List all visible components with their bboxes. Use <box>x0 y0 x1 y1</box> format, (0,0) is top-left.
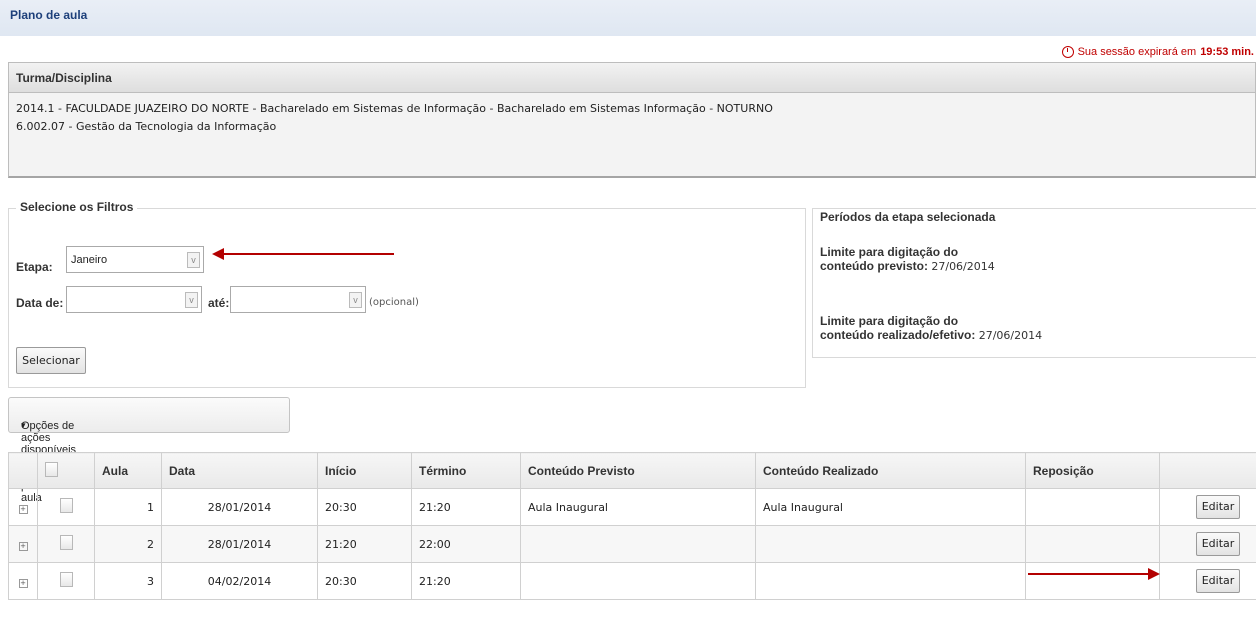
optional-note: (opcional) <box>369 297 419 308</box>
clock-icon <box>1061 46 1074 58</box>
session-time: 19:53 min. <box>1200 46 1254 58</box>
previsto-line-2: conteúdo previsto: <box>820 259 929 273</box>
header-actions <box>1159 452 1256 489</box>
cell-realizado <box>755 525 1026 563</box>
chevron-down-icon[interactable]: v <box>349 292 362 308</box>
header-inicio: Início <box>317 452 412 489</box>
annotation-arrow-right <box>1028 568 1160 580</box>
expand-icon[interactable]: + <box>18 541 28 551</box>
row-checkbox[interactable] <box>59 498 73 513</box>
edit-button[interactable]: Editar <box>1196 569 1240 593</box>
cell-aula: 2 <box>94 525 162 563</box>
header-data: Data <box>161 452 318 489</box>
cell-termino: 21:20 <box>411 488 521 526</box>
filters-legend: Selecione os Filtros <box>16 200 138 214</box>
header-conteudo-realizado: Conteúdo Realizado <box>755 452 1026 489</box>
expand-icon[interactable]: + <box>18 504 28 514</box>
cell-inicio: 20:30 <box>317 488 412 526</box>
page-title: Plano de aula <box>10 8 88 22</box>
row-checkbox[interactable] <box>59 535 73 550</box>
chevron-down-icon[interactable]: v <box>185 292 198 308</box>
cell-realizado: Aula Inaugural <box>755 488 1026 526</box>
turma-line-2: 6.002.07 - Gestão da Tecnologia da Infor… <box>16 120 277 133</box>
selecionar-button[interactable]: Selecionar <box>16 347 86 374</box>
arrow-head-icon <box>212 248 224 260</box>
cell-data: 04/02/2014 <box>161 562 318 600</box>
select-all-checkbox[interactable] <box>45 461 58 477</box>
header-reposicao: Reposição <box>1025 452 1160 489</box>
realizado-date: 27/06/2014 <box>978 329 1043 342</box>
table-row: + 3 04/02/2014 20:30 21:20 Editar <box>8 562 1256 600</box>
lessons-table: Aula Data Início Término Conteúdo Previs… <box>8 452 1256 600</box>
cell-inicio: 20:30 <box>317 562 412 600</box>
session-label: Sua sessão expirará em <box>1077 46 1197 58</box>
cell-reposicao <box>1025 525 1160 563</box>
cell-termino: 21:20 <box>411 562 521 600</box>
header-conteudo-previsto: Conteúdo Previsto <box>520 452 756 489</box>
ate-label: até: <box>208 296 230 310</box>
etapa-value: Janeiro <box>71 254 108 266</box>
previsto-line-1: Limite para digitação do <box>820 245 959 259</box>
cell-aula: 1 <box>94 488 162 526</box>
ate-select[interactable]: v <box>230 286 366 313</box>
turma-panel-header: Turma/Disciplina <box>8 62 1256 92</box>
turma-line-1: 2014.1 - FACULDADE JUAZEIRO DO NORTE - B… <box>16 102 773 115</box>
cell-reposicao <box>1025 488 1160 526</box>
cell-realizado <box>755 562 1026 600</box>
annotation-arrow-left <box>212 248 394 260</box>
realizado-line-1: Limite para digitação do <box>820 314 959 328</box>
header-select-all <box>37 452 95 489</box>
realizado-line-2: conteúdo realizado/efetivo: <box>820 328 976 342</box>
turma-panel-body: 2014.1 - FACULDADE JUAZEIRO DO NORTE - B… <box>8 92 1256 178</box>
cell-inicio: 21:20 <box>317 525 412 563</box>
periods-legend: Períodos da etapa selecionada <box>816 210 1000 224</box>
turma-heading: Turma/Disciplina <box>16 71 112 85</box>
header-expand <box>8 452 38 489</box>
cell-reposicao <box>1025 562 1160 600</box>
cell-previsto: Aula Inaugural <box>520 488 756 526</box>
chevron-down-icon[interactable]: v <box>187 252 200 268</box>
table-row: + 2 28/01/2014 21:20 22:00 Editar <box>8 525 1256 563</box>
edit-button[interactable]: Editar <box>1196 495 1240 519</box>
previsto-limit: Limite para digitação do conteúdo previs… <box>820 245 995 274</box>
header-termino: Término <box>411 452 521 489</box>
data-de-select[interactable]: v <box>66 286 202 313</box>
data-de-label: Data de: <box>16 296 64 310</box>
row-checkbox[interactable] <box>59 572 73 587</box>
etapa-label: Etapa: <box>16 260 53 274</box>
realizado-limit: Limite para digitação do conteúdo realiz… <box>820 314 1042 343</box>
table-header-row: Aula Data Início Término Conteúdo Previs… <box>8 452 1256 489</box>
cell-previsto <box>520 525 756 563</box>
cell-termino: 22:00 <box>411 525 521 563</box>
top-bar <box>0 0 1256 36</box>
table-row: + 1 28/01/2014 20:30 21:20 Aula Inaugura… <box>8 488 1256 526</box>
arrow-head-icon <box>1148 568 1160 580</box>
cell-data: 28/01/2014 <box>161 488 318 526</box>
cell-data: 28/01/2014 <box>161 525 318 563</box>
cell-previsto <box>520 562 756 600</box>
session-timer: Sua sessão expirará em 19:53 min. <box>1061 46 1254 58</box>
etapa-select[interactable]: Janeiro v <box>66 246 204 273</box>
caret-down-icon: ▾ <box>21 420 26 430</box>
edit-button[interactable]: Editar <box>1196 532 1240 556</box>
expand-icon[interactable]: + <box>18 578 28 588</box>
cell-aula: 3 <box>94 562 162 600</box>
previsto-date: 27/06/2014 <box>931 260 995 273</box>
actions-dropdown-button[interactable]: Opções de ações disponíveis para as aula… <box>8 397 290 504</box>
header-aula: Aula <box>94 452 162 489</box>
